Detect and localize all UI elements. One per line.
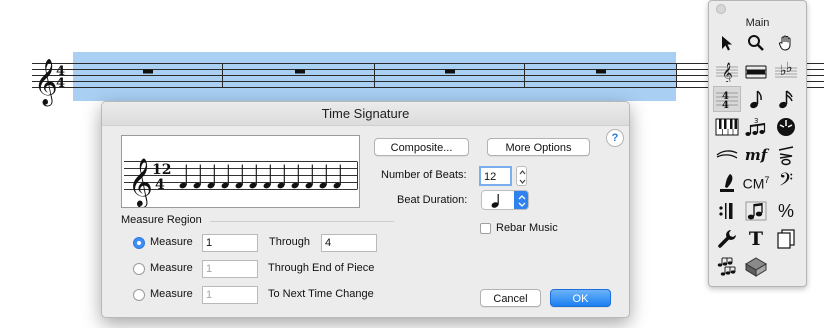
special-tools-icon[interactable] [742, 254, 770, 280]
cancel-button[interactable]: Cancel [480, 289, 541, 307]
text-icon[interactable]: T [742, 226, 770, 252]
to-next-time-change-label: To Next Time Change [268, 288, 374, 300]
preview-time-signature-top: 12 [152, 162, 171, 178]
measure-next-change-field[interactable]: 1 [202, 286, 258, 304]
svg-text:𝄞: 𝄞 [722, 63, 733, 82]
simple-entry-note-icon[interactable] [742, 86, 770, 112]
treble-clef-icon: 𝄞 [34, 59, 58, 107]
svg-text:♭: ♭ [786, 60, 793, 76]
score-time-signature-bottom: 4 [56, 76, 65, 91]
ok-button[interactable]: OK [550, 289, 611, 307]
hairpin-icon[interactable] [713, 142, 741, 168]
more-options-button[interactable]: More Options [487, 138, 590, 156]
clef-icon[interactable]: 𝄢 [772, 170, 800, 196]
measure-through-end-field[interactable]: 1 [202, 260, 258, 278]
stepper-down-icon[interactable] [519, 179, 526, 184]
measure-region-label: Measure Region [121, 214, 202, 226]
key-signature-icon[interactable]: ♭ ♭ [772, 58, 800, 84]
time-signature-preview: 𝄞 12 4 [121, 135, 360, 208]
beat-duration-popup[interactable] [481, 190, 529, 210]
text-icon-label: T [748, 228, 764, 250]
graphics-page-icon[interactable] [772, 226, 800, 252]
beats-stepper[interactable] [516, 166, 527, 186]
measure-row-3-label: Measure [150, 288, 193, 300]
bass-clef-glyph: 𝄢 [778, 170, 794, 195]
composite-button[interactable]: Composite... [374, 138, 469, 156]
measure-region-separator [210, 221, 394, 222]
midi-keyboard-icon[interactable] [713, 114, 741, 140]
chord-icon-superscript: 7 [764, 174, 770, 185]
repeat-icon[interactable] [713, 198, 741, 224]
measure-through-end-radio[interactable] [133, 263, 145, 275]
svg-text:4: 4 [722, 100, 729, 110]
hand-grabber-icon[interactable] [772, 30, 800, 56]
chord-icon[interactable]: CM7 [742, 170, 770, 196]
percent-icon[interactable]: % [772, 198, 800, 224]
zoom-magnifier-icon[interactable] [742, 30, 770, 56]
speedy-entry-note-icon[interactable] [772, 86, 800, 112]
measure-row-1-label: Measure [150, 236, 193, 248]
time-signature-dialog: Time Signature 𝄞 12 4 Composite... More … [101, 101, 630, 318]
palette-close-button[interactable] [716, 4, 726, 14]
chord-icon-label: CM [742, 175, 765, 192]
measure-row-2-label: Measure [150, 262, 193, 274]
percent-icon-label: % [777, 200, 794, 221]
staff-treble-clef-icon[interactable]: 𝄞 [713, 58, 741, 84]
palette-title: Main [745, 17, 770, 29]
time-signature-icon[interactable]: 4 4 [713, 86, 741, 112]
articulation-icon[interactable] [772, 142, 800, 168]
selection-arrow-icon[interactable] [713, 30, 741, 56]
measure-through-radio[interactable] [133, 237, 145, 249]
number-of-beats-field[interactable]: 12 [479, 166, 512, 186]
beat-duration-label: Beat Duration: [397, 194, 468, 206]
preview-treble-clef-icon: 𝄞 [128, 157, 153, 207]
expression-icon[interactable]: mf [742, 142, 770, 168]
svg-text:3: 3 [754, 117, 758, 125]
main-tool-palette: Main 𝄞 ♭ ♭ 4 4 3 mf CM7 𝄢 % T [708, 0, 807, 287]
wrench-icon[interactable] [713, 226, 741, 252]
through-end-of-piece-label: Through End of Piece [268, 262, 375, 274]
note-mover-icon[interactable] [713, 254, 741, 280]
stepper-up-icon[interactable] [519, 170, 526, 175]
help-button[interactable]: ? [606, 129, 624, 147]
tuplet-icon[interactable]: 3 [742, 114, 770, 140]
through-label: Through [269, 236, 310, 248]
measure-end-field[interactable]: 4 [321, 234, 377, 252]
measure-next-change-radio[interactable] [133, 289, 145, 301]
preview-time-signature-bottom: 4 [155, 177, 165, 193]
expression-icon-label: mf [744, 146, 768, 164]
quarter-note-icon [491, 194, 499, 208]
smart-shape-icon[interactable] [772, 114, 800, 140]
lyrics-quill-icon[interactable] [713, 170, 741, 196]
dialog-title: Time Signature [102, 102, 629, 126]
measure-start-field[interactable]: 1 [202, 234, 258, 252]
rebar-music-label: Rebar Music [496, 222, 558, 234]
measure-icon[interactable] [742, 58, 770, 84]
mirror-note-icon[interactable] [742, 198, 770, 224]
number-of-beats-label: Number of Beats: [381, 169, 467, 181]
rebar-music-checkbox[interactable] [480, 223, 491, 234]
